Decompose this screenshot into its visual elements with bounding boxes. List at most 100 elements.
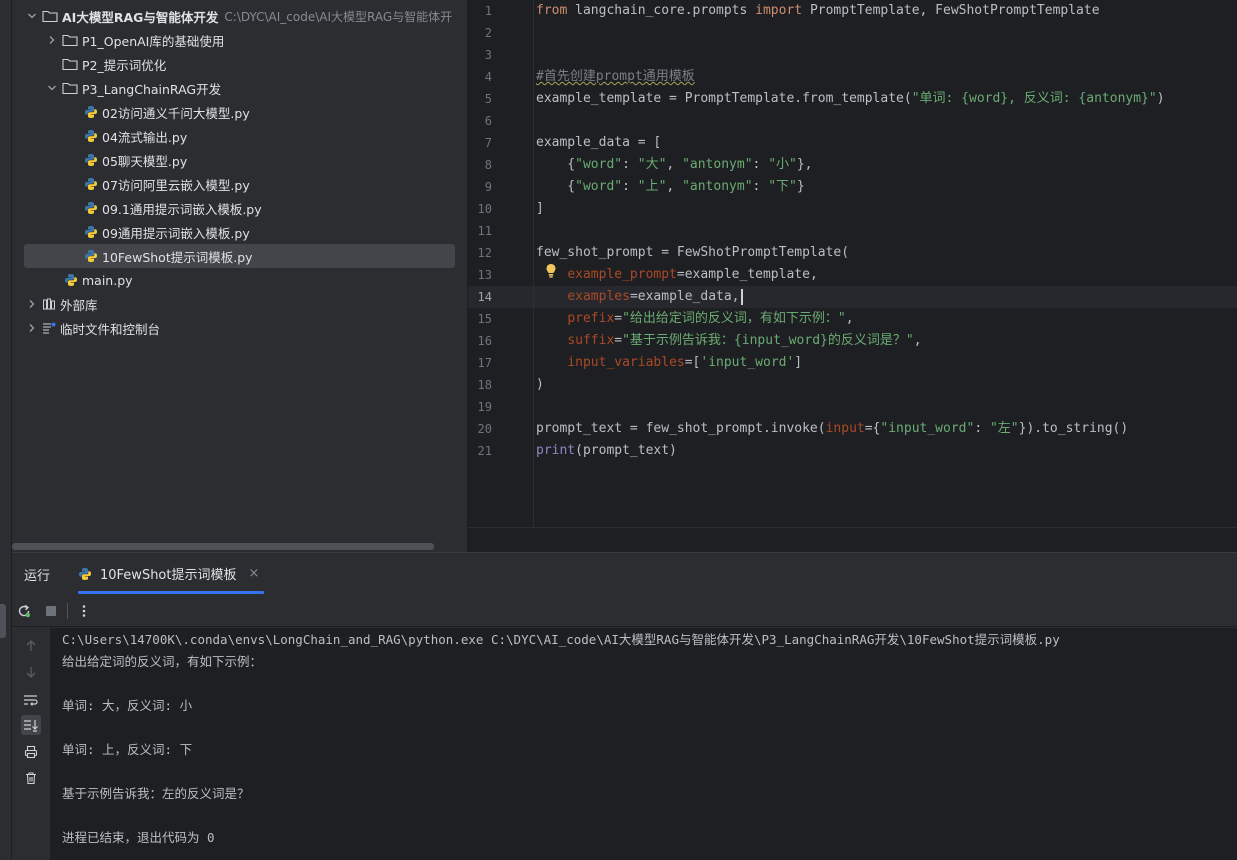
folder-icon	[62, 82, 78, 95]
run-tab[interactable]: 10FewShot提示词模板 ×	[78, 553, 264, 594]
tree-root[interactable]: AI大模型RAG与智能体开发 C:\DYC\AI_code\AI大模型RAG与智…	[12, 4, 467, 28]
tool-strip-marker	[0, 604, 6, 638]
code-string: "word"	[575, 179, 623, 194]
code-token: example_template = PromptTemplate.from_t…	[536, 91, 912, 106]
trash-icon	[26, 772, 36, 785]
chevron-right-icon[interactable]	[26, 298, 38, 310]
code-param: suffix	[567, 333, 615, 348]
run-tool-window: 运行 10FewShot提示词模板 × C:\Users\14700K\.con…	[12, 552, 1237, 860]
code-string: "antonym"	[682, 179, 753, 194]
code-token: }).to_string()	[1018, 421, 1129, 436]
line-number: 2	[484, 26, 492, 40]
code-token: ={	[864, 421, 881, 436]
scroll-down-button[interactable]	[21, 662, 41, 682]
python-file-icon	[65, 274, 77, 286]
tree-item-p2[interactable]: P2_提示词优化	[12, 52, 467, 76]
tree-item-file[interactable]: 09.1通用提示词嵌入模板.py	[12, 196, 467, 220]
tree-item-label: 02访问通义千问大模型.py	[102, 105, 250, 121]
code-line-1: from langchain_core.prompts import Promp…	[536, 0, 1100, 22]
tree-item-scratches[interactable]: 临时文件和控制台	[12, 316, 467, 340]
stop-button[interactable]	[42, 602, 60, 620]
run-title: 运行	[24, 569, 51, 584]
code-token: ,	[666, 157, 683, 172]
tree-item-file[interactable]: 04流式输出.py	[12, 124, 467, 148]
python-file-icon	[79, 567, 91, 580]
code-token: ]	[794, 355, 803, 370]
toolbar-separator	[67, 603, 68, 619]
code-token: ,	[913, 333, 922, 348]
code-line-21: print(prompt_text)	[536, 440, 677, 462]
code-line-10: ]	[536, 198, 544, 220]
tree-item-label: P3_LangChainRAG开发	[82, 81, 222, 97]
horizontal-scrollbar[interactable]	[12, 543, 434, 550]
tree-item-main[interactable]: main.py	[12, 268, 467, 292]
line-number: 17	[477, 356, 492, 370]
line-number: 21	[477, 444, 492, 458]
rerun-button[interactable]	[15, 602, 33, 620]
code-line-13: example_prompt=example_template,	[536, 264, 817, 286]
console-line: 单词: 大，反义词: 小	[62, 698, 193, 713]
scroll-up-button[interactable]	[21, 636, 41, 656]
console-output[interactable]: C:\Users\14700K\.conda\envs\LongChain_an…	[50, 628, 1237, 860]
close-icon[interactable]: ×	[248, 566, 259, 581]
code-token: {	[536, 157, 576, 172]
code-line-18: )	[536, 374, 544, 396]
code-string: "单词: {word}, 反义词: {antonym}"	[911, 91, 1157, 106]
rerun-icon	[18, 604, 31, 618]
soft-wrap-icon	[24, 695, 38, 706]
code-token: ,	[666, 179, 683, 194]
scroll-to-end-button[interactable]	[21, 715, 41, 735]
python-file-icon	[85, 250, 97, 262]
code-line-7: example_data = [	[536, 132, 661, 154]
console-line: 基于示例告诉我：左的反义词是？	[62, 786, 250, 801]
code-token: ]	[536, 201, 544, 216]
code-string: "大"	[637, 157, 667, 172]
code-string: "左"	[989, 421, 1019, 436]
print-icon	[24, 745, 38, 759]
code-line-9: {"word": "上", "antonym": "下"}	[536, 176, 804, 198]
code-string: "小"	[768, 157, 797, 172]
python-file-icon	[85, 226, 97, 238]
code-string: "word"	[575, 157, 623, 172]
code-string: "给出给定词的反义词，有如下示例："	[622, 311, 846, 326]
tree-item-p3[interactable]: P3_LangChainRAG开发	[12, 76, 467, 100]
editor-bottom-area	[468, 527, 1237, 552]
soft-wrap-button[interactable]	[21, 690, 41, 710]
code-param: prefix	[567, 311, 615, 326]
tree-item-file[interactable]: 05聊天模型.py	[12, 148, 467, 172]
tree-item-label: P2_提示词优化	[82, 57, 167, 73]
tree-item-label: main.py	[82, 272, 133, 288]
code-token: )	[536, 377, 544, 392]
tree-item-file[interactable]: 02访问通义千问大模型.py	[12, 100, 467, 124]
tree-item-p1[interactable]: P1_OpenAI库的基础使用	[12, 28, 467, 52]
chevron-right-icon[interactable]	[46, 34, 58, 46]
scroll-to-end-icon	[24, 720, 38, 732]
line-number: 9	[484, 180, 492, 194]
code-token: {	[536, 179, 576, 194]
more-options-button[interactable]	[75, 602, 93, 620]
tree-item-file[interactable]: 09通用提示词嵌入模板.py	[12, 220, 467, 244]
tree-item-label: 04流式输出.py	[102, 129, 188, 145]
code-param: input	[825, 421, 865, 436]
code-line-14: examples=example_data,	[536, 286, 743, 308]
chevron-down-icon[interactable]	[46, 82, 58, 94]
tree-item-file-selected[interactable]: 10FewShot提示词模板.py	[24, 244, 455, 268]
print-button[interactable]	[21, 742, 41, 762]
folder-icon	[62, 58, 78, 71]
code-token: )	[1156, 91, 1165, 106]
run-toolbar	[12, 594, 1237, 627]
tree-item-file[interactable]: 07访问阿里云嵌入模型.py	[12, 172, 467, 196]
console-line: 进程已结束，退出代码为 0	[62, 830, 215, 845]
tree-item-label: 09通用提示词嵌入模板.py	[102, 225, 250, 241]
tree-item-external-libs[interactable]: 外部库	[12, 292, 467, 316]
code-editor[interactable]: 1 2 3 4 5 6 7 8 9 10 11 12 13 14 15 16 1…	[468, 0, 1237, 527]
clear-button[interactable]	[21, 768, 41, 788]
code-string: "下"	[768, 179, 797, 194]
code-token: PromptTemplate, FewShotPromptTemplate	[802, 3, 1100, 18]
tree-root-label: AI大模型RAG与智能体开发	[62, 9, 219, 25]
chevron-right-icon[interactable]	[26, 322, 38, 334]
chevron-down-icon[interactable]	[26, 10, 38, 22]
scratches-icon	[43, 322, 56, 334]
code-token: =	[614, 333, 623, 348]
arrow-down-icon	[26, 667, 36, 678]
